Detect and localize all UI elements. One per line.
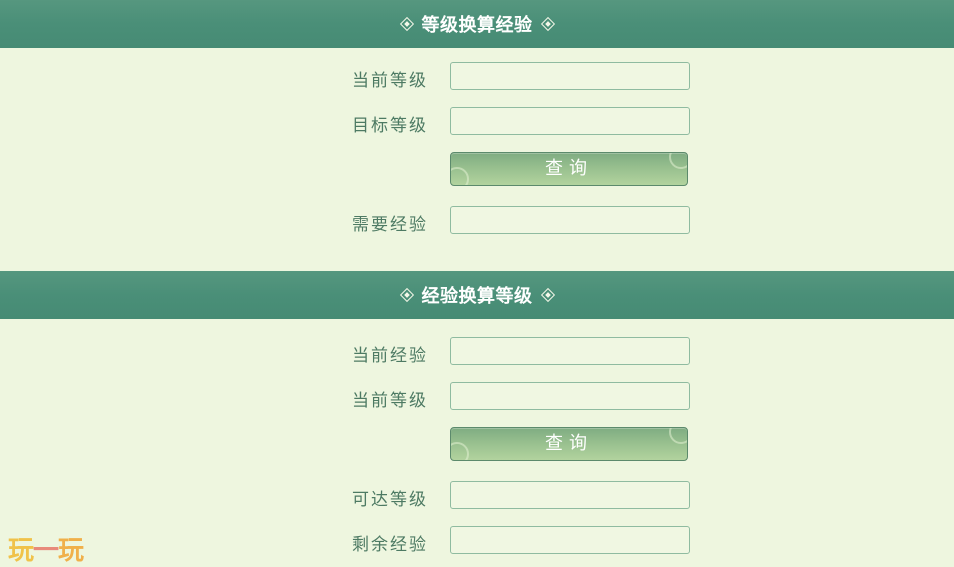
current-level-row: 当前等级 xyxy=(0,62,954,92)
current-level-label-2: 当前等级 xyxy=(352,391,428,411)
diamond-icon xyxy=(540,16,555,32)
level-to-exp-title: 等级换算经验 xyxy=(421,15,533,36)
reachable-level-row: 可达等级 xyxy=(0,481,954,511)
exp-to-level-query-button[interactable]: 查询 xyxy=(450,427,688,461)
remaining-exp-output[interactable] xyxy=(450,526,690,554)
current-exp-label: 当前经验 xyxy=(352,346,428,366)
current-level-input-2[interactable] xyxy=(450,382,690,410)
required-exp-row: 需要经验 xyxy=(0,206,954,236)
swirl-ornament-icon xyxy=(669,153,687,169)
reachable-level-label: 可达等级 xyxy=(352,490,428,510)
current-exp-input[interactable] xyxy=(450,337,690,365)
required-exp-output[interactable] xyxy=(450,206,690,234)
swirl-ornament-icon xyxy=(451,167,469,185)
watermark-logo: 玩一玩 xyxy=(8,530,84,567)
watermark-char: 玩 xyxy=(8,536,34,566)
query-button-label: 查询 xyxy=(545,158,593,179)
remaining-exp-label: 剩余经验 xyxy=(352,535,428,555)
level-to-exp-query-button[interactable]: 查询 xyxy=(450,152,688,186)
target-level-row: 目标等级 xyxy=(0,107,954,137)
swirl-ornament-icon xyxy=(669,428,687,444)
target-level-label: 目标等级 xyxy=(352,116,428,136)
required-exp-label: 需要经验 xyxy=(352,215,428,235)
diamond-icon xyxy=(540,287,555,303)
exp-to-level-title: 经验换算等级 xyxy=(421,286,533,307)
current-exp-row: 当前经验 xyxy=(0,337,954,367)
watermark-char: 一 xyxy=(33,536,59,566)
current-level-label: 当前等级 xyxy=(352,71,428,91)
level-to-exp-header: 等级换算经验 xyxy=(0,0,954,48)
remaining-exp-row: 剩余经验 xyxy=(0,526,954,556)
diamond-icon xyxy=(399,16,414,32)
watermark-char: 玩 xyxy=(58,536,84,566)
target-level-input[interactable] xyxy=(450,107,690,135)
current-level-row-2: 当前等级 xyxy=(0,382,954,412)
exp-to-level-header: 经验换算等级 xyxy=(0,271,954,319)
reachable-level-output[interactable] xyxy=(450,481,690,509)
current-level-input[interactable] xyxy=(450,62,690,90)
diamond-icon xyxy=(399,287,414,303)
query-button-label-2: 查询 xyxy=(545,433,593,454)
swirl-ornament-icon xyxy=(451,442,469,460)
